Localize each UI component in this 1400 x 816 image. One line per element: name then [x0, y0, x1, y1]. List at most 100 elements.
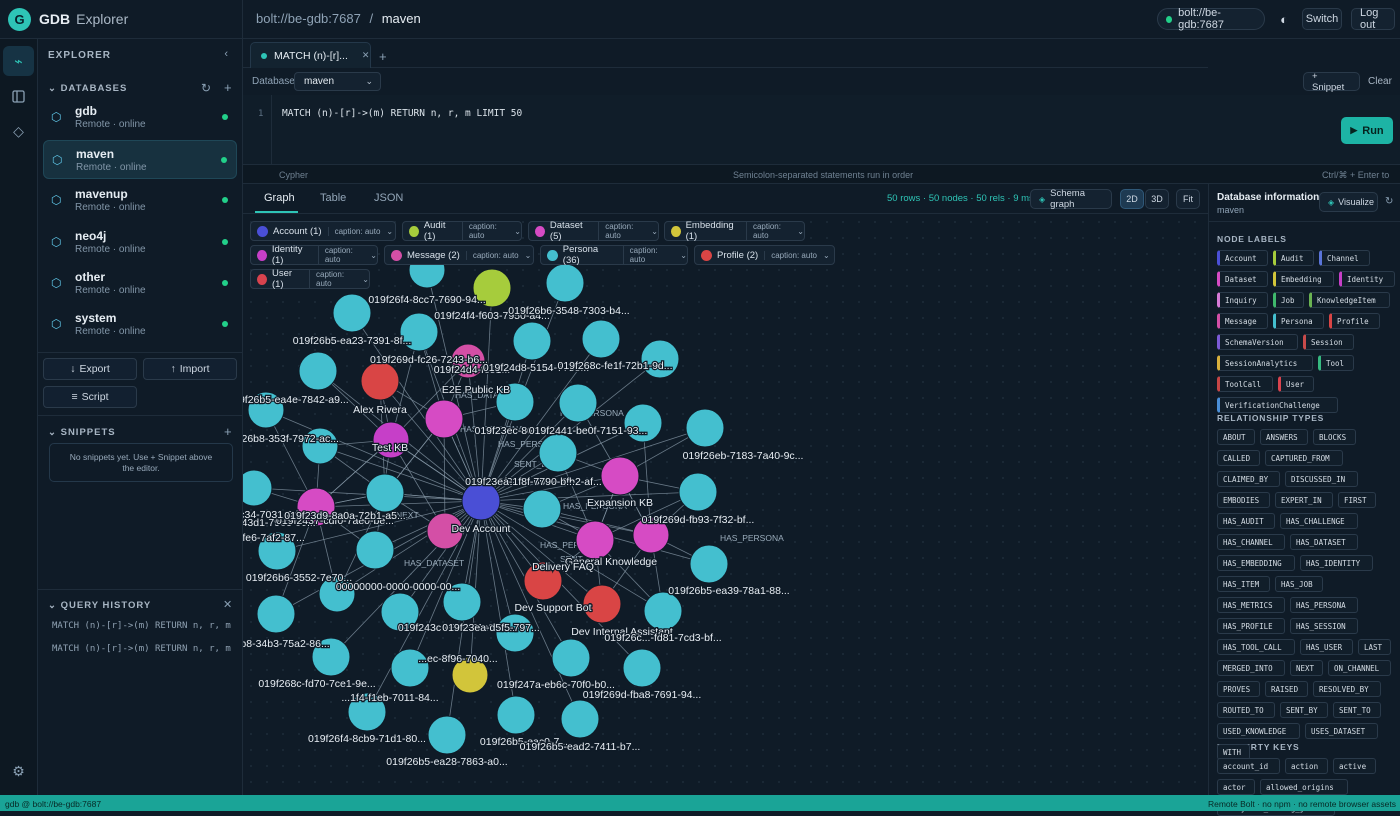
relationship-type-chip[interactable]: HAS_CHALLENGE [1280, 513, 1358, 529]
node-label-chip[interactable]: Tool [1318, 355, 1354, 371]
database-item-system[interactable]: ⬡ system Remote · online [43, 305, 237, 344]
relationship-type-chip[interactable]: ABOUT [1217, 429, 1255, 445]
new-tab-icon[interactable]: + [379, 49, 387, 64]
mode-3d-button[interactable]: 3D [1145, 189, 1169, 209]
relationship-type-chip[interactable]: HAS_IDENTITY [1300, 555, 1373, 571]
tab-json[interactable]: JSON [374, 192, 403, 204]
relationship-type-chip[interactable]: ROUTED_TO [1217, 702, 1275, 718]
settings-gear-icon[interactable]: ⚙ [3, 756, 34, 786]
relationship-type-chip[interactable]: MERGED_INTO [1217, 660, 1285, 676]
node-label-chip[interactable]: Embedding [1273, 271, 1334, 287]
node-label-chip[interactable]: Profile [1329, 313, 1380, 329]
database-item-gdb[interactable]: ⬡ gdb Remote · online [43, 98, 237, 137]
refresh-icon[interactable]: ↻ [201, 81, 211, 95]
schema-diamond-icon[interactable]: ◇ [3, 116, 34, 146]
script-button[interactable]: ≡ Script [43, 386, 137, 408]
query-tab[interactable]: MATCH (n)-[r]... ✕ [250, 42, 371, 68]
node-label-chip[interactable]: User [1278, 376, 1314, 392]
relationship-type-chip[interactable]: RESOLVED_BY [1313, 681, 1381, 697]
graph-svg[interactable]: HAS_PERSONAHAS_PERSONASENT_BYHAS_DATASET… [243, 214, 1208, 795]
graph-node[interactable] [600, 456, 640, 496]
relationship-type-chip[interactable]: PROVES [1217, 681, 1260, 697]
relationship-type-chip[interactable]: DISCUSSED_IN [1285, 471, 1358, 487]
relationship-type-chip[interactable]: CLAIMED_BY [1217, 471, 1280, 487]
node-label-chip[interactable]: Account [1217, 250, 1268, 266]
relationship-type-chip[interactable]: ON_CHANNEL [1328, 660, 1391, 676]
relationship-type-chip[interactable]: USES_DATASET [1305, 723, 1378, 739]
graph-node[interactable] [355, 530, 395, 570]
relationship-type-chip[interactable]: HAS_CHANNEL [1217, 534, 1285, 550]
explorer-activity-icon[interactable]: ⌁ [3, 46, 34, 76]
relationship-type-chip[interactable]: HAS_SESSION [1290, 618, 1358, 634]
caption-select[interactable]: caption: auto ⌄ [745, 222, 804, 240]
visualize-button[interactable]: ◈ Visualize [1319, 192, 1378, 212]
tab-table[interactable]: Table [320, 192, 346, 204]
database-select[interactable]: maven ⌄ [294, 72, 381, 91]
graph-node[interactable] [243, 469, 273, 507]
graph-edge[interactable] [480, 500, 516, 634]
graph-node[interactable] [640, 339, 680, 379]
relationship-type-chip[interactable]: HAS_ITEM [1217, 576, 1270, 592]
property-key-chip[interactable]: allowed_origins [1260, 779, 1348, 795]
schema-graph-button[interactable]: ◈ Schema graph [1030, 188, 1112, 210]
add-snippet-button[interactable]: + Snippet [1303, 71, 1360, 93]
graph-node[interactable] [575, 520, 615, 560]
logout-button[interactable]: Log out [1351, 7, 1395, 31]
graph-node[interactable] [522, 489, 562, 529]
graph-node[interactable] [685, 408, 725, 448]
graph-node[interactable] [256, 594, 296, 634]
legend-item[interactable]: Account (1) caption: auto ⌄ [250, 221, 396, 241]
fit-button[interactable]: Fit [1176, 189, 1200, 209]
node-label-chip[interactable]: SessionAnalytics [1217, 355, 1313, 371]
graph-node[interactable] [496, 695, 536, 735]
legend-item[interactable]: Embedding (1) caption: auto ⌄ [664, 220, 805, 242]
relationship-type-chip[interactable]: SENT_TO [1333, 702, 1381, 718]
graph-node[interactable] [538, 433, 578, 473]
relationship-type-chip[interactable]: BLOCKS [1313, 429, 1356, 445]
database-item-other[interactable]: ⬡ other Remote · online [43, 264, 237, 303]
relationship-type-chip[interactable]: HAS_JOB [1275, 576, 1323, 592]
mode-2d-button[interactable]: 2D [1120, 189, 1144, 209]
clear-button[interactable]: Clear [1368, 76, 1392, 87]
graph-node[interactable] [560, 699, 600, 739]
node-label-chip[interactable]: Identity [1339, 271, 1395, 287]
legend-item[interactable]: Message (2) caption: auto ⌄ [384, 245, 534, 265]
graph-node[interactable] [622, 648, 662, 688]
relationship-type-chip[interactable]: RAISED [1265, 681, 1308, 697]
import-button[interactable]: ↑ Import [143, 358, 237, 380]
legend-item[interactable]: Identity (1) caption: auto ⌄ [250, 244, 378, 266]
graph-node[interactable] [689, 544, 729, 584]
caption-select[interactable]: caption: auto ⌄ [764, 250, 830, 260]
graph-node[interactable] [424, 399, 464, 439]
relationship-type-chip[interactable]: HAS_DATASET [1290, 534, 1358, 550]
graph-node[interactable] [678, 472, 718, 512]
relationship-type-chip[interactable]: HAS_PROFILE [1217, 618, 1285, 634]
tab-graph[interactable]: Graph [264, 192, 295, 204]
graph-node[interactable] [643, 591, 683, 631]
add-database-icon[interactable]: + [224, 80, 232, 95]
node-label-chip[interactable]: Inquiry [1217, 292, 1268, 308]
database-item-mavenup[interactable]: ⬡ mavenup Remote · online [43, 181, 237, 220]
switch-button[interactable]: Switch [1302, 8, 1342, 30]
collapse-sidebar-icon[interactable]: ‹ [224, 48, 228, 60]
graph-node[interactable] [427, 715, 467, 755]
graph-node[interactable] [332, 293, 372, 333]
property-key-chip[interactable]: action [1285, 758, 1328, 774]
relationship-type-chip[interactable]: USED_KNOWLEDGE [1217, 723, 1300, 739]
query-text[interactable]: MATCH (n)-[r]->(m) RETURN n, r, m LIMIT … [282, 108, 522, 119]
database-item-neo4j[interactable]: ⬡ neo4j Remote · online [43, 223, 237, 262]
legend-item[interactable]: User (1) caption: auto ⌄ [250, 268, 370, 290]
legend-item[interactable]: Persona (36) caption: auto ⌄ [540, 244, 688, 266]
relationship-type-chip[interactable]: SENT_BY [1280, 702, 1328, 718]
close-tab-icon[interactable]: ✕ [362, 50, 370, 61]
refresh-info-icon[interactable]: ↻ [1385, 196, 1393, 207]
caption-select[interactable]: caption: auto ⌄ [465, 250, 531, 260]
relationship-type-chip[interactable]: CALLED [1217, 450, 1260, 466]
property-key-chip[interactable]: actor [1217, 779, 1255, 795]
node-label-chip[interactable]: KnowledgeItem [1309, 292, 1390, 308]
legend-item[interactable]: Profile (2) caption: auto ⌄ [694, 245, 835, 265]
layout-panel-icon[interactable] [3, 81, 34, 111]
graph-node[interactable] [298, 351, 338, 391]
graph-node[interactable] [551, 638, 591, 678]
caption-select[interactable]: caption: auto ⌄ [622, 246, 687, 264]
